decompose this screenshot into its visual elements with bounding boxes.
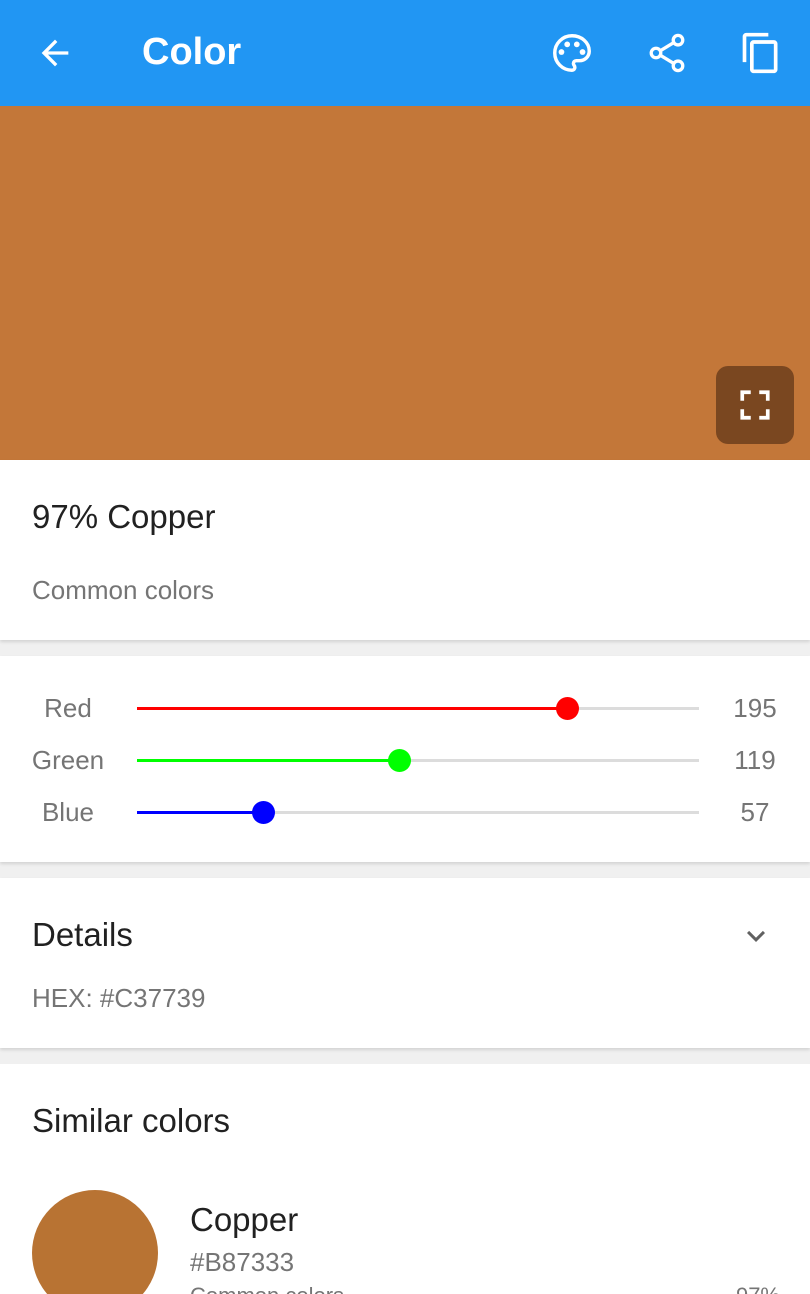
rgb-sliders-card: Red 195 Green 119 Blue 57 <box>0 656 810 862</box>
red-slider-thumb[interactable] <box>555 697 579 720</box>
green-slider-thumb[interactable] <box>388 749 412 772</box>
copy-button[interactable] <box>731 23 791 83</box>
similar-color-category: Common colors <box>190 1282 344 1294</box>
fullscreen-button[interactable] <box>716 366 794 444</box>
red-slider-fill <box>137 707 567 710</box>
green-slider-row: Green 119 <box>0 740 810 780</box>
red-label: Red <box>44 693 92 723</box>
blue-slider-thumb[interactable] <box>251 801 275 824</box>
palette-icon <box>553 34 591 72</box>
share-icon <box>649 33 685 73</box>
color-match-category: Common colors <box>32 575 215 605</box>
green-slider[interactable] <box>137 749 699 772</box>
green-slider-fill <box>137 759 400 762</box>
similar-colors-title: Similar colors <box>32 1102 231 1139</box>
back-button[interactable] <box>25 23 85 83</box>
color-match-title: 97% Copper <box>32 498 216 535</box>
fullscreen-icon <box>740 390 770 420</box>
color-match-card: 97% Copper Common colors <box>0 460 810 640</box>
details-card: Details HEX: #C37739 <box>0 878 810 1048</box>
palette-button[interactable] <box>542 23 602 83</box>
color-swatch <box>0 106 810 460</box>
color-detail-screen: Color 97% Copper Common colors Red 195 G… <box>0 0 810 1294</box>
share-button[interactable] <box>637 23 697 83</box>
app-bar: Color <box>0 0 810 106</box>
red-slider[interactable] <box>137 697 699 720</box>
blue-value: 57 <box>740 797 770 827</box>
similar-color-swatch <box>32 1190 158 1294</box>
red-slider-row: Red 195 <box>0 688 810 728</box>
similar-color-item[interactable]: Copper #B87333 Common colors 97% <box>0 1184 810 1294</box>
blue-slider-fill <box>137 811 263 814</box>
blue-label: Blue <box>41 797 95 827</box>
hex-value: HEX: #C37739 <box>32 983 206 1013</box>
similar-color-percent: 97% <box>700 1282 780 1294</box>
similar-colors-card: Similar colors Copper #B87333 Common col… <box>0 1064 810 1294</box>
green-label: Green <box>31 745 105 775</box>
similar-color-hex: #B87333 <box>190 1247 295 1277</box>
blue-slider-row: Blue 57 <box>0 792 810 832</box>
back-arrow-icon <box>41 39 69 67</box>
green-value: 119 <box>734 745 776 775</box>
similar-color-name: Copper <box>190 1201 299 1238</box>
details-title: Details <box>32 916 133 953</box>
chevron-down-icon <box>747 930 765 942</box>
blue-slider[interactable] <box>137 801 699 824</box>
page-title: Color <box>142 31 242 73</box>
details-expand-button[interactable] <box>734 914 778 958</box>
copy-icon <box>742 32 778 74</box>
red-value: 195 <box>733 693 777 723</box>
